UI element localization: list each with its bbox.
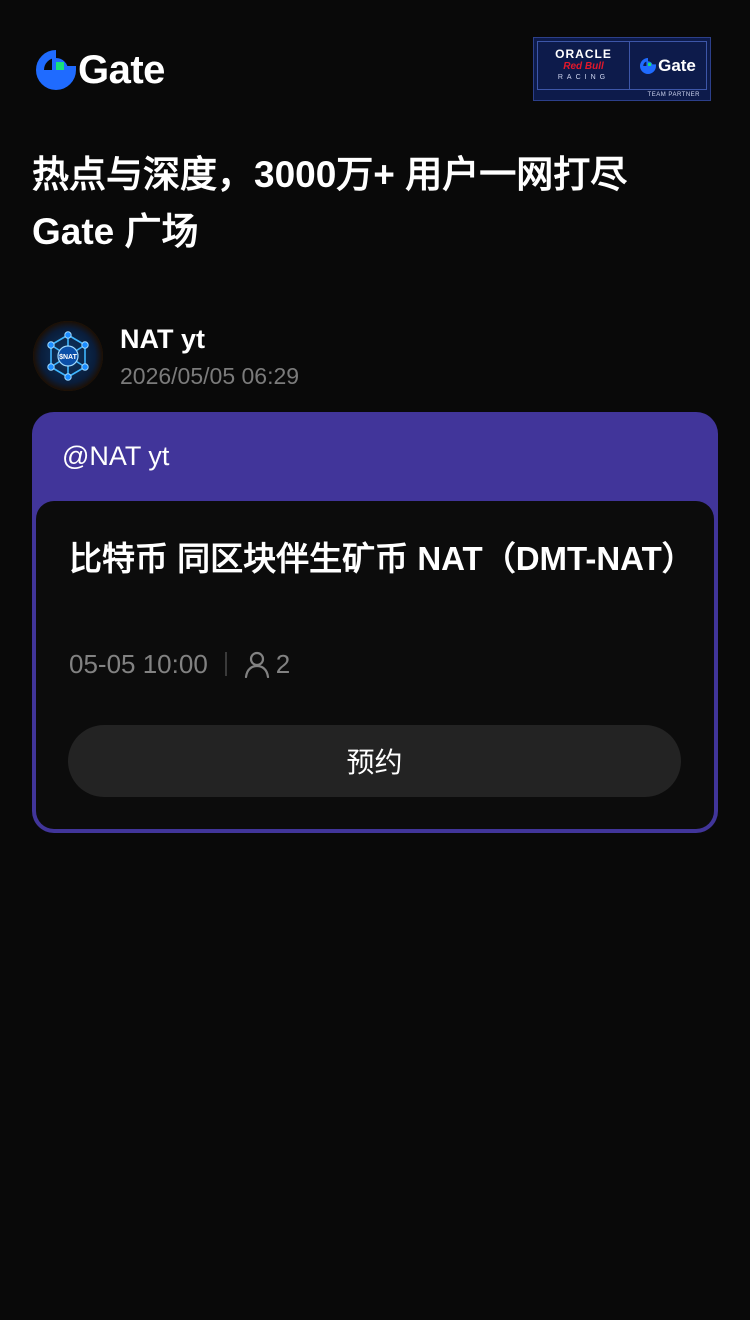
- meta-divider: [224, 652, 227, 676]
- author-avatar[interactable]: $NAT: [33, 321, 103, 391]
- redbull-text: Red Bull: [563, 61, 604, 72]
- post-timestamp: 2026/05/05 06:29: [120, 363, 300, 389]
- user-icon: [244, 650, 270, 678]
- reserve-button[interactable]: 预约: [68, 725, 681, 797]
- author-name[interactable]: NAT yt: [120, 322, 205, 356]
- event-title: 比特币 同区块伴生矿币 NAT（DMT-NAT）: [69, 540, 695, 577]
- gate-logo[interactable]: Gate: [36, 50, 165, 90]
- headline-line-1: 热点与深度，3000万+ 用户一网打尽: [32, 154, 628, 195]
- event-card-body: 比特币 同区块伴生矿币 NAT（DMT-NAT） 05-05 10:00 2 预…: [36, 501, 714, 829]
- gate-mini-logo-icon: [640, 57, 657, 74]
- oracle-text: ORACLE: [555, 47, 612, 61]
- page: Gate ORACLE Red Bull RACING Gate TEAM PA…: [0, 0, 750, 1320]
- gate-logo-icon: [36, 50, 76, 90]
- card-mention[interactable]: @NAT yt: [62, 439, 169, 473]
- team-partner-text: TEAM PARTNER: [647, 92, 700, 98]
- racing-text: RACING: [557, 74, 610, 81]
- partner-gate-text: Gate: [658, 55, 696, 75]
- headline-line-2: Gate 广场: [32, 211, 199, 252]
- event-time: 05-05 10:00: [69, 649, 208, 679]
- event-meta: 05-05 10:00 2: [69, 648, 290, 680]
- logo-text: Gate: [78, 48, 165, 92]
- participant-count: 2: [275, 649, 291, 679]
- avatar-label: $NAT: [59, 354, 77, 361]
- team-partner-badge: ORACLE Red Bull RACING Gate TEAM PARTNER: [533, 37, 711, 101]
- nat-network-icon: $NAT: [47, 331, 89, 381]
- page-headline: 热点与深度，3000万+ 用户一网打尽 Gate 广场: [32, 146, 722, 260]
- event-card[interactable]: @NAT yt 比特币 同区块伴生矿币 NAT（DMT-NAT） 05-05 1…: [32, 412, 718, 833]
